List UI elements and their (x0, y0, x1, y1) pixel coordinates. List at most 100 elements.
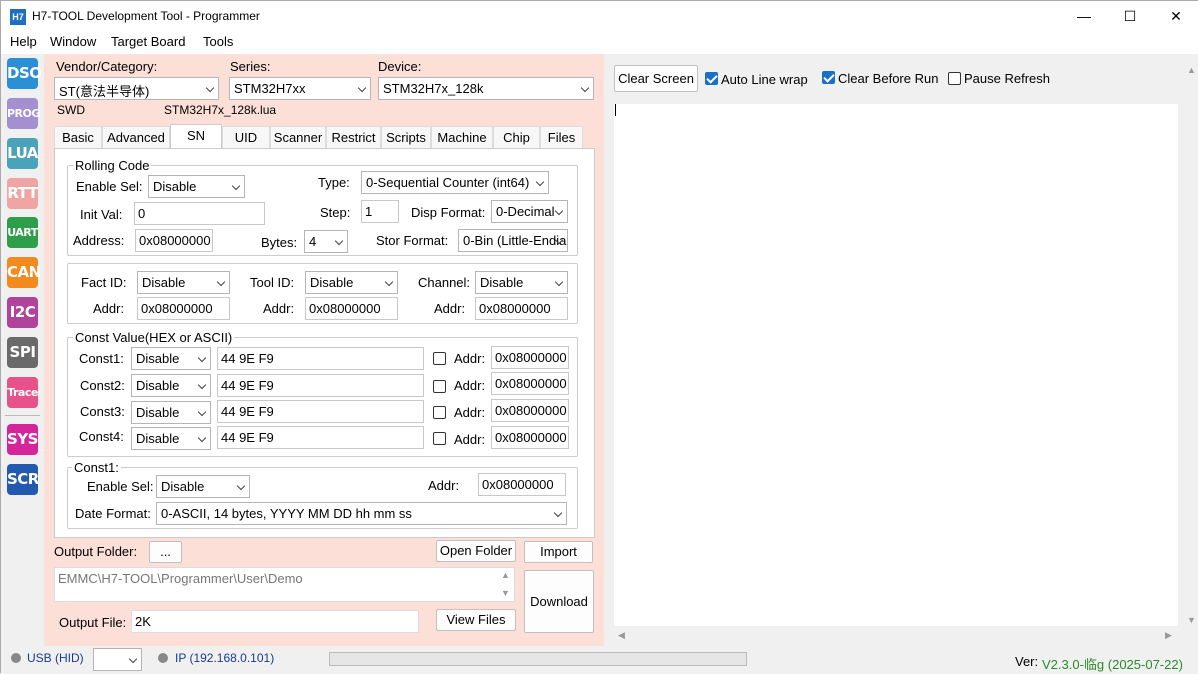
channel-label: Channel: (418, 275, 471, 290)
menu-window[interactable]: Window (50, 34, 96, 49)
date-format-select[interactable]: 0-ASCII, 14 bytes, YYYY MM DD hh mm ss (156, 502, 567, 525)
rolling-enable-select[interactable]: Disable (148, 175, 245, 198)
step-input[interactable]: 1 (361, 200, 399, 223)
pause-refresh-checkbox[interactable] (948, 72, 961, 85)
channel-addr-label: Addr: (434, 301, 466, 316)
menu-help[interactable]: Help (10, 34, 37, 49)
path-scroll-up-icon[interactable]: ▲ (501, 570, 510, 580)
date-addr-input[interactable]: 0x08000000 (478, 473, 566, 496)
const1-data-input[interactable]: 44 9E F9 (217, 347, 424, 370)
sidebar-lua-button[interactable]: LUA (7, 138, 38, 169)
const2-select[interactable]: Disable (131, 374, 211, 397)
const4-checkbox[interactable] (433, 432, 446, 445)
const1-select[interactable]: Disable (131, 347, 211, 370)
sidebar-prog-button[interactable]: PROG (7, 98, 40, 129)
stor-format-label: Stor Format: (376, 233, 449, 248)
tab-advanced[interactable]: Advanced (102, 126, 170, 149)
const2-data-input[interactable]: 44 9E F9 (217, 374, 424, 397)
browse-folder-button[interactable]: ... (149, 541, 182, 563)
import-button[interactable]: Import (524, 541, 593, 563)
rolling-type-select[interactable]: 0-Sequential Counter (int64) (361, 171, 549, 194)
const4-label: Const4: (79, 429, 124, 444)
menu-target-board[interactable]: Target Board (111, 34, 185, 49)
const3-data-input[interactable]: 44 9E F9 (217, 400, 424, 423)
fact-addr-input[interactable]: 0x08000000 (137, 297, 230, 320)
output-file-input[interactable]: 2K (131, 610, 419, 633)
tab-machine[interactable]: Machine (431, 126, 493, 149)
sidebar-trace-button[interactable]: Trace (7, 377, 38, 408)
const3-checkbox[interactable] (433, 406, 446, 419)
const3-select[interactable]: Disable (131, 401, 211, 424)
series-label: Series: (230, 59, 271, 74)
usb-device-select[interactable] (93, 648, 142, 671)
clear-screen-button[interactable]: Clear Screen (614, 65, 698, 92)
const2-checkbox[interactable] (433, 380, 446, 393)
open-folder-button[interactable]: Open Folder (436, 540, 516, 562)
download-button[interactable]: Download (524, 570, 594, 633)
bytes-select[interactable]: 4 (304, 230, 348, 253)
tab-chip[interactable]: Chip (493, 126, 540, 149)
vendor-select[interactable]: ST(意法半导体) (54, 77, 219, 100)
pause-refresh-label[interactable]: Pause Refresh (964, 71, 1050, 86)
rolling-enable-label: Enable Sel: (76, 179, 143, 194)
sidebar-rtt-button[interactable]: RTT (7, 178, 38, 209)
console-hscrollbar[interactable]: ◀ ▶ (614, 628, 1178, 644)
tab-uid[interactable]: UID (222, 126, 270, 149)
tab-sn[interactable]: SN (170, 124, 222, 150)
minimize-button[interactable]: — (1061, 1, 1107, 32)
close-button[interactable]: ✕ (1153, 1, 1198, 32)
const4-addr-input[interactable]: 0x08000000 (491, 426, 569, 449)
const1-addr-input[interactable]: 0x08000000 (491, 346, 569, 369)
tool-addr-input[interactable]: 0x08000000 (305, 297, 398, 320)
disp-format-select[interactable]: 0-Decimal (491, 200, 568, 223)
const4-data-input[interactable]: 44 9E F9 (217, 426, 424, 449)
fact-id-select[interactable]: Disable (137, 271, 230, 294)
scroll-left-icon[interactable]: ◀ (618, 630, 625, 641)
channel-select[interactable]: Disable (475, 271, 568, 294)
auto-wrap-label[interactable]: Auto Line wrap (721, 72, 808, 87)
tab-scanner[interactable]: Scanner (270, 126, 326, 149)
sidebar-spi-button[interactable]: SPI (7, 337, 38, 368)
tab-restrict[interactable]: Restrict (326, 126, 381, 149)
tab-scripts[interactable]: Scripts (381, 126, 431, 149)
const2-addr-input[interactable]: 0x08000000 (491, 372, 569, 395)
sidebar-i2c-button[interactable]: I2C (7, 297, 38, 328)
output-path-field[interactable]: EMMC\H7-TOOL\Programmer\User\Demo (54, 567, 515, 602)
tool-id-select[interactable]: Disable (305, 271, 398, 294)
output-folder-label: Output Folder: (54, 544, 138, 559)
console-caret (615, 104, 616, 116)
sidebar-scr-button[interactable]: SCR (7, 464, 39, 495)
maximize-button[interactable]: ☐ (1107, 1, 1153, 32)
channel-addr-input[interactable]: 0x08000000 (475, 297, 568, 320)
tab-files[interactable]: Files (540, 126, 583, 149)
rolling-address-input[interactable]: 0x08000000 (135, 229, 213, 252)
stor-format-select[interactable]: 0-Bin (Little-Endian) (458, 229, 568, 252)
panel-scroll-down-icon[interactable]: ▼ (1187, 615, 1196, 625)
sidebar-sys-button[interactable]: SYS (7, 424, 38, 455)
progress-bar (329, 652, 747, 666)
const4-select[interactable]: Disable (131, 427, 211, 450)
sidebar-can-button[interactable]: CAN (7, 257, 41, 288)
series-select[interactable]: STM32H7xx (229, 77, 371, 100)
menu-tools[interactable]: Tools (203, 34, 233, 49)
sidebar-uart-button[interactable]: UART (7, 217, 38, 248)
const1-checkbox[interactable] (433, 352, 446, 365)
path-scroll-down-icon[interactable]: ▼ (501, 588, 510, 598)
sidebar-dso-button[interactable]: DSO (7, 58, 42, 89)
menu-bar: Help Window Target Board Tools (1, 32, 1198, 54)
clear-before-run-label[interactable]: Clear Before Run (838, 71, 938, 86)
auto-wrap-checkbox[interactable] (705, 72, 718, 85)
clear-before-run-checkbox[interactable] (822, 71, 835, 84)
console-vscrollbar[interactable] (1183, 104, 1195, 626)
const3-addr-input[interactable]: 0x08000000 (491, 399, 569, 422)
lua-file-text: STM32H7x_128k.lua (164, 103, 277, 117)
tab-basic[interactable]: Basic (54, 126, 102, 149)
view-files-button[interactable]: View Files (436, 609, 516, 631)
scroll-right-icon[interactable]: ▶ (1165, 630, 1172, 641)
init-val-input[interactable]: 0 (134, 202, 265, 225)
panel-scroll-up-icon[interactable]: ▲ (1187, 65, 1196, 75)
date-enable-select[interactable]: Disable (156, 475, 250, 498)
main-window: H7 H7-TOOL Development Tool - Programmer… (0, 0, 1198, 674)
device-select[interactable]: STM32H7x_128k (378, 77, 594, 100)
console-output[interactable] (614, 104, 1178, 626)
